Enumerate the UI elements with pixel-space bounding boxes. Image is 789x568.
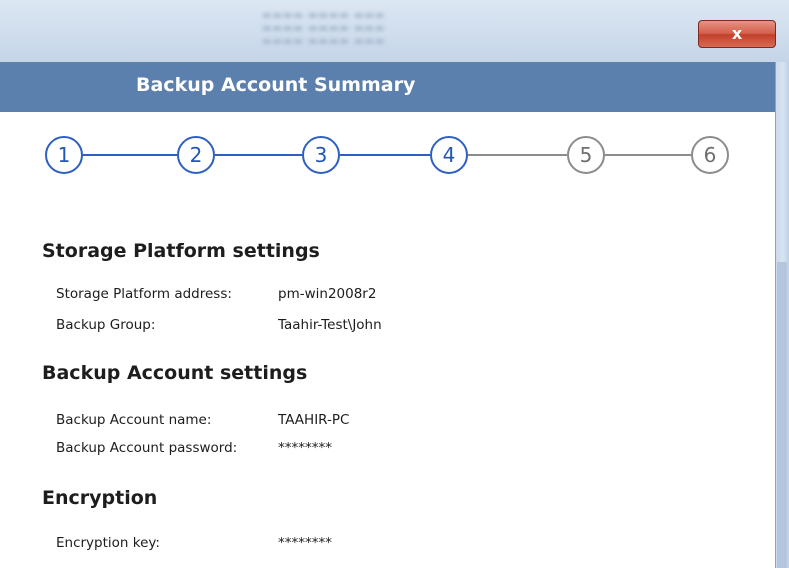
account-name-label: Backup Account name: bbox=[56, 412, 212, 428]
background-window-text: ▬▬▬▬ ▬▬▬▬ ▬▬▬ bbox=[262, 23, 386, 34]
backup-group-value: Taahir-Test\John bbox=[278, 317, 382, 333]
header-band: Backup Account Summary bbox=[0, 62, 775, 112]
account-name-value: TAAHIR-PC bbox=[278, 412, 350, 428]
account-password-value: ******** bbox=[278, 440, 332, 456]
window-frame-right bbox=[775, 62, 789, 568]
step-5: 5 bbox=[567, 136, 605, 174]
page-title: Backup Account Summary bbox=[136, 74, 416, 96]
background-window-text: ▬▬▬▬ ▬▬▬▬ ▬▬▬ bbox=[262, 10, 386, 21]
account-section-title: Backup Account settings bbox=[42, 362, 308, 384]
step-connector bbox=[468, 154, 567, 156]
step-3: 3 bbox=[302, 136, 340, 174]
step-1: 1 bbox=[45, 136, 83, 174]
backup-group-label: Backup Group: bbox=[56, 317, 156, 333]
step-connector bbox=[82, 154, 177, 156]
close-button[interactable]: x bbox=[698, 20, 776, 48]
step-2: 2 bbox=[177, 136, 215, 174]
step-connector bbox=[215, 154, 302, 156]
step-6: 6 bbox=[691, 136, 729, 174]
account-password-label: Backup Account password: bbox=[56, 440, 238, 456]
encryption-key-value: ******** bbox=[278, 535, 332, 551]
background-window-text: ▬▬▬▬ ▬▬▬▬ ▬▬▬ bbox=[262, 36, 386, 47]
encryption-section-title: Encryption bbox=[42, 487, 158, 509]
storage-section-title: Storage Platform settings bbox=[42, 240, 320, 262]
wizard-window: Backup Account Summary 1 2 3 4 5 6 Stora… bbox=[0, 62, 776, 568]
step-indicator: 1 2 3 4 5 6 bbox=[0, 124, 775, 184]
step-connector bbox=[340, 154, 430, 156]
step-connector bbox=[605, 154, 691, 156]
storage-address-value: pm-win2008r2 bbox=[278, 286, 377, 302]
close-icon: x bbox=[731, 24, 743, 43]
encryption-key-label: Encryption key: bbox=[56, 535, 160, 551]
storage-address-label: Storage Platform address: bbox=[56, 286, 232, 302]
step-4: 4 bbox=[430, 136, 468, 174]
scrollbar[interactable] bbox=[777, 262, 787, 568]
title-bar: ▬▬▬▬ ▬▬▬▬ ▬▬▬ ▬▬▬▬ ▬▬▬▬ ▬▬▬ ▬▬▬▬ ▬▬▬▬ ▬▬… bbox=[0, 0, 789, 63]
